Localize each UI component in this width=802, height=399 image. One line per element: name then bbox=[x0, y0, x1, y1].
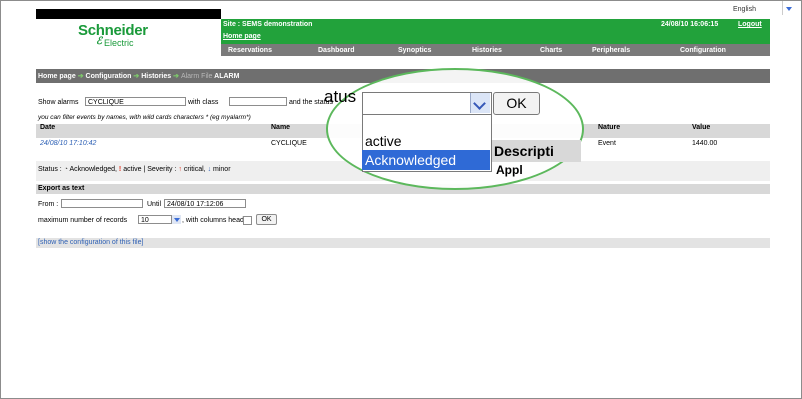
critical-arrow-icon: ↑ bbox=[178, 166, 182, 173]
chevron-down-icon[interactable] bbox=[786, 7, 792, 11]
chevron-down-icon[interactable] bbox=[171, 215, 181, 224]
legend-minor: minor bbox=[213, 166, 231, 173]
legend-acknowledged: Acknowledged, bbox=[69, 166, 117, 173]
site-title: Site : SEMS demonstration bbox=[223, 21, 313, 28]
chevron-down-icon[interactable] bbox=[470, 93, 490, 113]
minor-arrow-icon: ↓ bbox=[207, 166, 212, 173]
legend-active: active bbox=[123, 166, 142, 173]
breadcrumb-current: ALARM bbox=[214, 73, 240, 80]
menu-charts[interactable]: Charts bbox=[540, 47, 562, 54]
current-datetime: 24/08/10 16:06:15 bbox=[661, 21, 719, 28]
logo-mark-icon: ℰ bbox=[96, 36, 103, 47]
breadcrumb-trail: Home page ➔ Configuration ➔ Histories ➔ … bbox=[38, 72, 239, 80]
from-label: From : bbox=[38, 201, 59, 208]
language-label[interactable]: English bbox=[733, 6, 756, 13]
legend-critical: critical, bbox=[183, 166, 206, 173]
logout-link[interactable]: Logout bbox=[738, 21, 762, 28]
show-alarms-label: Show alarms bbox=[38, 99, 79, 106]
alarm-class-input[interactable] bbox=[229, 97, 287, 106]
legend-status-label: Status : bbox=[38, 166, 62, 173]
export-ok-button[interactable]: OK bbox=[256, 214, 277, 225]
logo-schneider: Schneider bbox=[78, 22, 148, 39]
column-name[interactable]: Name bbox=[271, 124, 290, 131]
with-class-label: with class bbox=[188, 99, 219, 106]
menu-peripherals[interactable]: Peripherals bbox=[592, 47, 630, 54]
zoom-status-label: atus bbox=[324, 87, 357, 106]
breadcrumb-histories[interactable]: Histories bbox=[141, 73, 171, 80]
row-date[interactable]: 24/08/10 17:10:42 bbox=[40, 140, 96, 147]
export-title: Export as text bbox=[38, 185, 85, 192]
column-nature[interactable]: Nature bbox=[598, 124, 620, 131]
status-option-active[interactable]: active bbox=[362, 131, 490, 151]
header-black-bar bbox=[36, 9, 221, 19]
column-date[interactable]: Date bbox=[40, 124, 55, 131]
status-legend: Status : ◔ Acknowledged, ! active | Seve… bbox=[38, 166, 231, 173]
menu-histories[interactable]: Histories bbox=[472, 47, 502, 54]
arrow-right-icon: ➔ bbox=[133, 73, 140, 80]
filter-hint: you can filter events by names, with wil… bbox=[38, 114, 251, 121]
legend-severity-label: | Severity : bbox=[143, 166, 177, 173]
zoom-description-header: Descripti bbox=[494, 143, 554, 159]
home-page-link[interactable]: Home page bbox=[223, 33, 261, 40]
arrow-right-icon: ➔ bbox=[173, 73, 179, 80]
export-until-input[interactable]: 24/08/10 17:12:06 bbox=[164, 199, 246, 208]
export-from-input[interactable] bbox=[61, 199, 143, 208]
until-label: Until bbox=[147, 201, 162, 208]
menu-reservations[interactable]: Reservations bbox=[228, 47, 272, 54]
menu-dashboard[interactable]: Dashboard bbox=[318, 47, 355, 54]
zoom-appl-header: Appl bbox=[496, 163, 523, 177]
export-header bbox=[36, 184, 770, 194]
filter-ok-button[interactable]: OK bbox=[493, 92, 540, 115]
alarm-name-input[interactable]: CYCLIQUE bbox=[85, 97, 186, 106]
breadcrumb-alarm-file[interactable]: Alarm File bbox=[181, 73, 213, 80]
show-config-link[interactable]: [show the configuration of this file] bbox=[38, 239, 143, 246]
column-value[interactable]: Value bbox=[692, 124, 710, 131]
active-icon: ! bbox=[118, 166, 122, 173]
max-records-label: maximum number of records bbox=[38, 217, 128, 224]
acknowledged-icon: ◔ bbox=[63, 166, 68, 173]
logo-electric: Electric bbox=[104, 38, 134, 48]
status-option-acknowledged[interactable]: Acknowledged bbox=[362, 150, 490, 170]
menu-configuration[interactable]: Configuration bbox=[680, 47, 726, 54]
row-name: CYCLIQUE bbox=[271, 140, 307, 147]
row-value: 1440.00 bbox=[692, 140, 718, 147]
with-header-label: , with columns header bbox=[182, 217, 251, 224]
breadcrumb-home[interactable]: Home page bbox=[38, 73, 76, 80]
config-bar bbox=[36, 238, 770, 248]
breadcrumb-configuration[interactable]: Configuration bbox=[86, 73, 132, 80]
row-nature: Event bbox=[598, 140, 616, 147]
menu-synoptics[interactable]: Synoptics bbox=[398, 47, 431, 54]
arrow-right-icon: ➔ bbox=[77, 73, 84, 80]
columns-header-checkbox[interactable] bbox=[243, 216, 252, 225]
